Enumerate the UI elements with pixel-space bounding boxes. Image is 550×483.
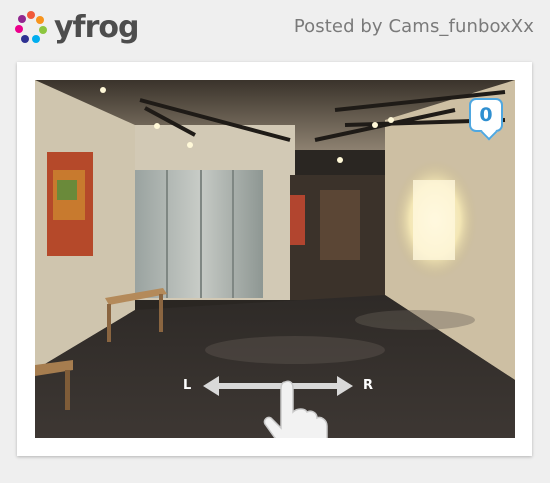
comment-count: 0	[479, 104, 493, 126]
posted-by-text[interactable]: Posted by Cams_funboxXx	[294, 16, 534, 37]
swipe-hint: L R	[183, 370, 373, 438]
photo-image[interactable]: 0 L R	[35, 80, 515, 438]
logo-text: yfrog	[54, 10, 139, 45]
top-bar: yfrog Posted by Cams_funboxXx	[0, 0, 550, 56]
yfrog-logo-icon	[14, 11, 48, 45]
photo-card: 0 L R	[17, 62, 532, 456]
hand-pointer-icon	[263, 380, 328, 438]
yfrog-logo[interactable]: yfrog	[14, 10, 139, 46]
comment-bubble-icon[interactable]: 0	[469, 98, 503, 132]
